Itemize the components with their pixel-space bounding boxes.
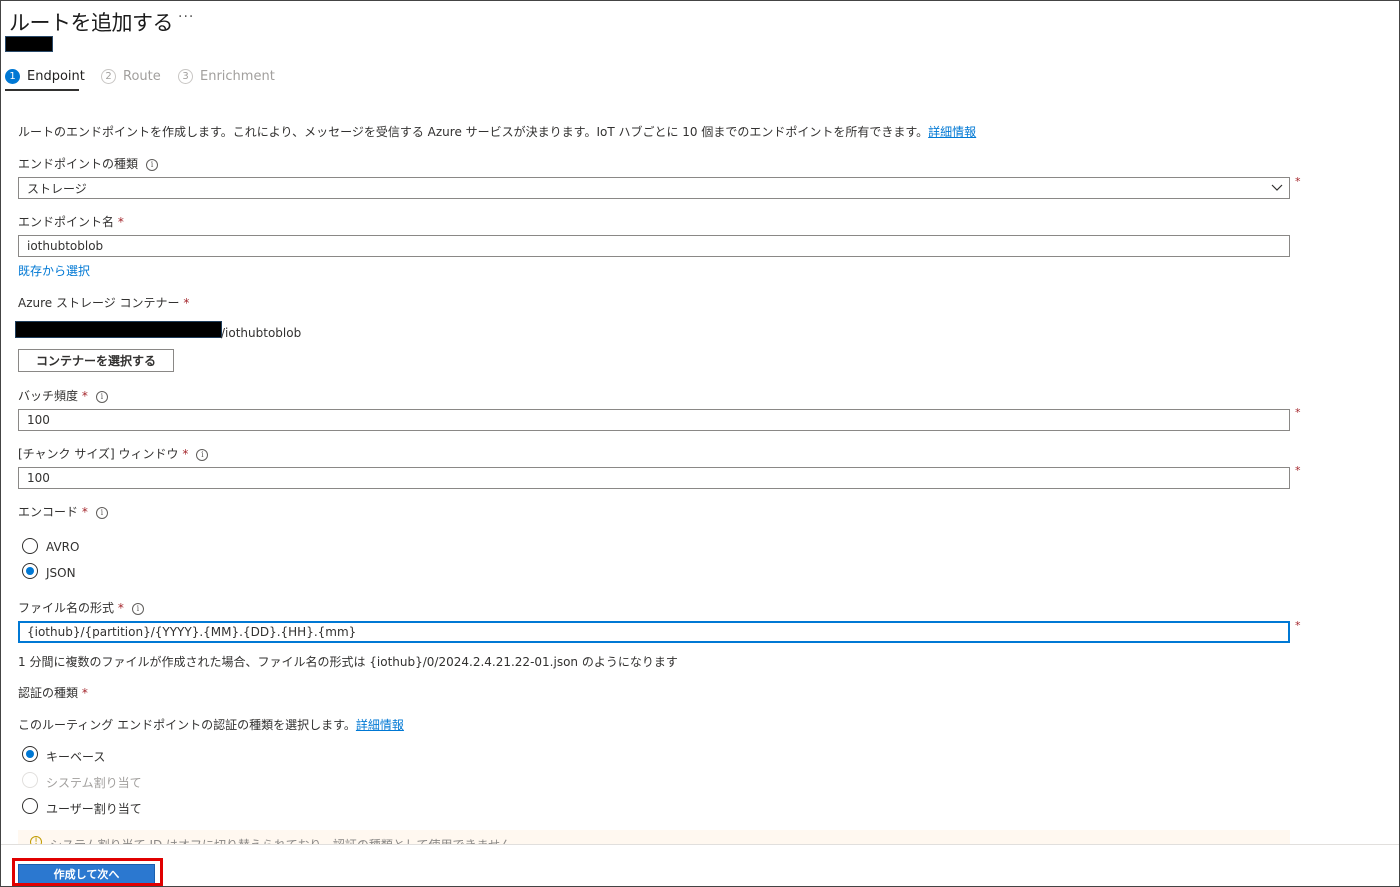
batch-frequency-input[interactable]: 100 [18, 409, 1290, 431]
chunk-size-value: 100 [27, 471, 50, 485]
required-asterisk: * [182, 447, 189, 461]
endpoint-name-label-text: エンドポイント名 [18, 215, 115, 229]
file-name-format-label: ファイル名の形式 * i [18, 599, 144, 616]
endpoint-name-label: エンドポイント名 * [18, 213, 124, 230]
required-asterisk: * [81, 686, 88, 700]
radio-avro-label[interactable]: AVRO [46, 540, 79, 554]
required-asterisk: * [1295, 406, 1301, 419]
chevron-down-icon [1271, 184, 1283, 191]
auth-type-label: 認証の種類 * [18, 684, 88, 701]
required-asterisk: * [117, 601, 124, 615]
info-icon[interactable]: i [131, 602, 144, 615]
tab-enrichment[interactable]: 3 Enrichment [178, 63, 275, 89]
chunk-size-label: [チャンク サイズ] ウィンドウ * i [18, 445, 209, 462]
tab-route[interactable]: 2 Route [101, 63, 161, 89]
endpoint-name-input[interactable]: iothubtoblob [18, 235, 1290, 257]
radio-avro[interactable] [22, 538, 38, 554]
select-existing-link[interactable]: 既存から選択 [18, 262, 90, 279]
required-asterisk: * [1295, 175, 1301, 188]
encoding-label-text: エンコード [18, 505, 79, 519]
endpoint-name-value: iothubtoblob [27, 239, 104, 253]
page-title: ルートを追加する [9, 11, 174, 35]
radio-key-based-label[interactable]: キーベース [46, 748, 105, 765]
required-asterisk: * [1295, 464, 1301, 477]
radio-key-based[interactable] [22, 746, 38, 762]
radio-json[interactable] [22, 563, 38, 579]
redacted-container-path [15, 321, 222, 338]
required-asterisk: * [81, 389, 88, 403]
required-asterisk: * [81, 505, 88, 519]
auth-description: このルーティング エンドポイントの認証の種類を選択します。詳細情報 [18, 716, 404, 733]
active-tab-indicator [5, 89, 79, 91]
required-asterisk: * [117, 215, 124, 229]
tab-endpoint[interactable]: 1 Endpoint [5, 63, 85, 89]
tab-label: Enrichment [200, 68, 275, 84]
radio-system-assigned [22, 772, 38, 788]
required-asterisk: * [183, 296, 190, 310]
batch-frequency-label-text: バッチ頻度 [18, 389, 79, 403]
endpoint-type-value: ストレージ [27, 181, 87, 196]
more-options-icon[interactable]: ··· [178, 9, 194, 25]
container-label-text: Azure ストレージ コンテナー [18, 296, 180, 310]
intro-text: ルートのエンドポイントを作成します。これにより、メッセージを受信する Azure… [18, 123, 976, 140]
highlight-box [12, 858, 163, 886]
radio-user-assigned[interactable] [22, 798, 38, 814]
footer-bar [1, 844, 1399, 886]
tab-label: Route [123, 68, 161, 84]
file-name-format-input[interactable]: {iothub}/{partition}/{YYYY}.{MM}.{DD}.{H… [18, 621, 1290, 643]
info-icon[interactable]: i [146, 158, 159, 171]
auth-type-label-text: 認証の種類 [18, 686, 79, 700]
redacted-subtitle [5, 36, 53, 52]
endpoint-type-label: エンドポイントの種類 i [18, 155, 159, 172]
radio-user-assigned-label[interactable]: ユーザー割り当て [46, 800, 142, 817]
select-container-button[interactable]: コンテナーを選択する [18, 349, 174, 372]
info-icon[interactable]: i [95, 390, 108, 403]
auth-description-text: このルーティング エンドポイントの認証の種類を選択します。 [18, 718, 356, 732]
batch-frequency-label: バッチ頻度 * i [18, 387, 108, 404]
endpoint-type-label-text: エンドポイントの種類 [18, 157, 139, 171]
chunk-size-input[interactable]: 100 [18, 467, 1290, 489]
file-name-format-value: {iothub}/{partition}/{YYYY}.{MM}.{DD}.{H… [27, 625, 357, 639]
tab-label: Endpoint [27, 68, 85, 84]
chunk-size-label-text: [チャンク サイズ] ウィンドウ [18, 447, 179, 461]
encoding-label: エンコード * i [18, 503, 108, 520]
learn-more-link[interactable]: 詳細情報 [928, 125, 976, 139]
info-icon[interactable]: i [196, 448, 209, 461]
file-name-format-label-text: ファイル名の形式 [18, 601, 115, 615]
blade: ルートを追加する ··· 1 Endpoint 2 Route 3 Enrich… [0, 0, 1400, 887]
intro-description: ルートのエンドポイントを作成します。これにより、メッセージを受信する Azure… [18, 125, 929, 139]
radio-json-label[interactable]: JSON [46, 566, 76, 580]
step-number: 2 [101, 68, 116, 84]
radio-system-assigned-label: システム割り当て [46, 776, 142, 790]
file-name-format-hint: 1 分間に複数のファイルが作成された場合、ファイル名の形式は {iothub}/… [18, 655, 678, 669]
container-path-suffix: /iothubtoblob [221, 326, 302, 340]
batch-frequency-value: 100 [27, 413, 50, 427]
info-icon[interactable]: i [95, 506, 108, 519]
required-asterisk: * [1295, 619, 1301, 632]
learn-more-link[interactable]: 詳細情報 [356, 718, 404, 732]
endpoint-type-select[interactable]: ストレージ [18, 177, 1290, 199]
step-number: 3 [178, 68, 193, 84]
container-label: Azure ストレージ コンテナー * [18, 294, 189, 311]
step-number: 1 [5, 68, 20, 84]
